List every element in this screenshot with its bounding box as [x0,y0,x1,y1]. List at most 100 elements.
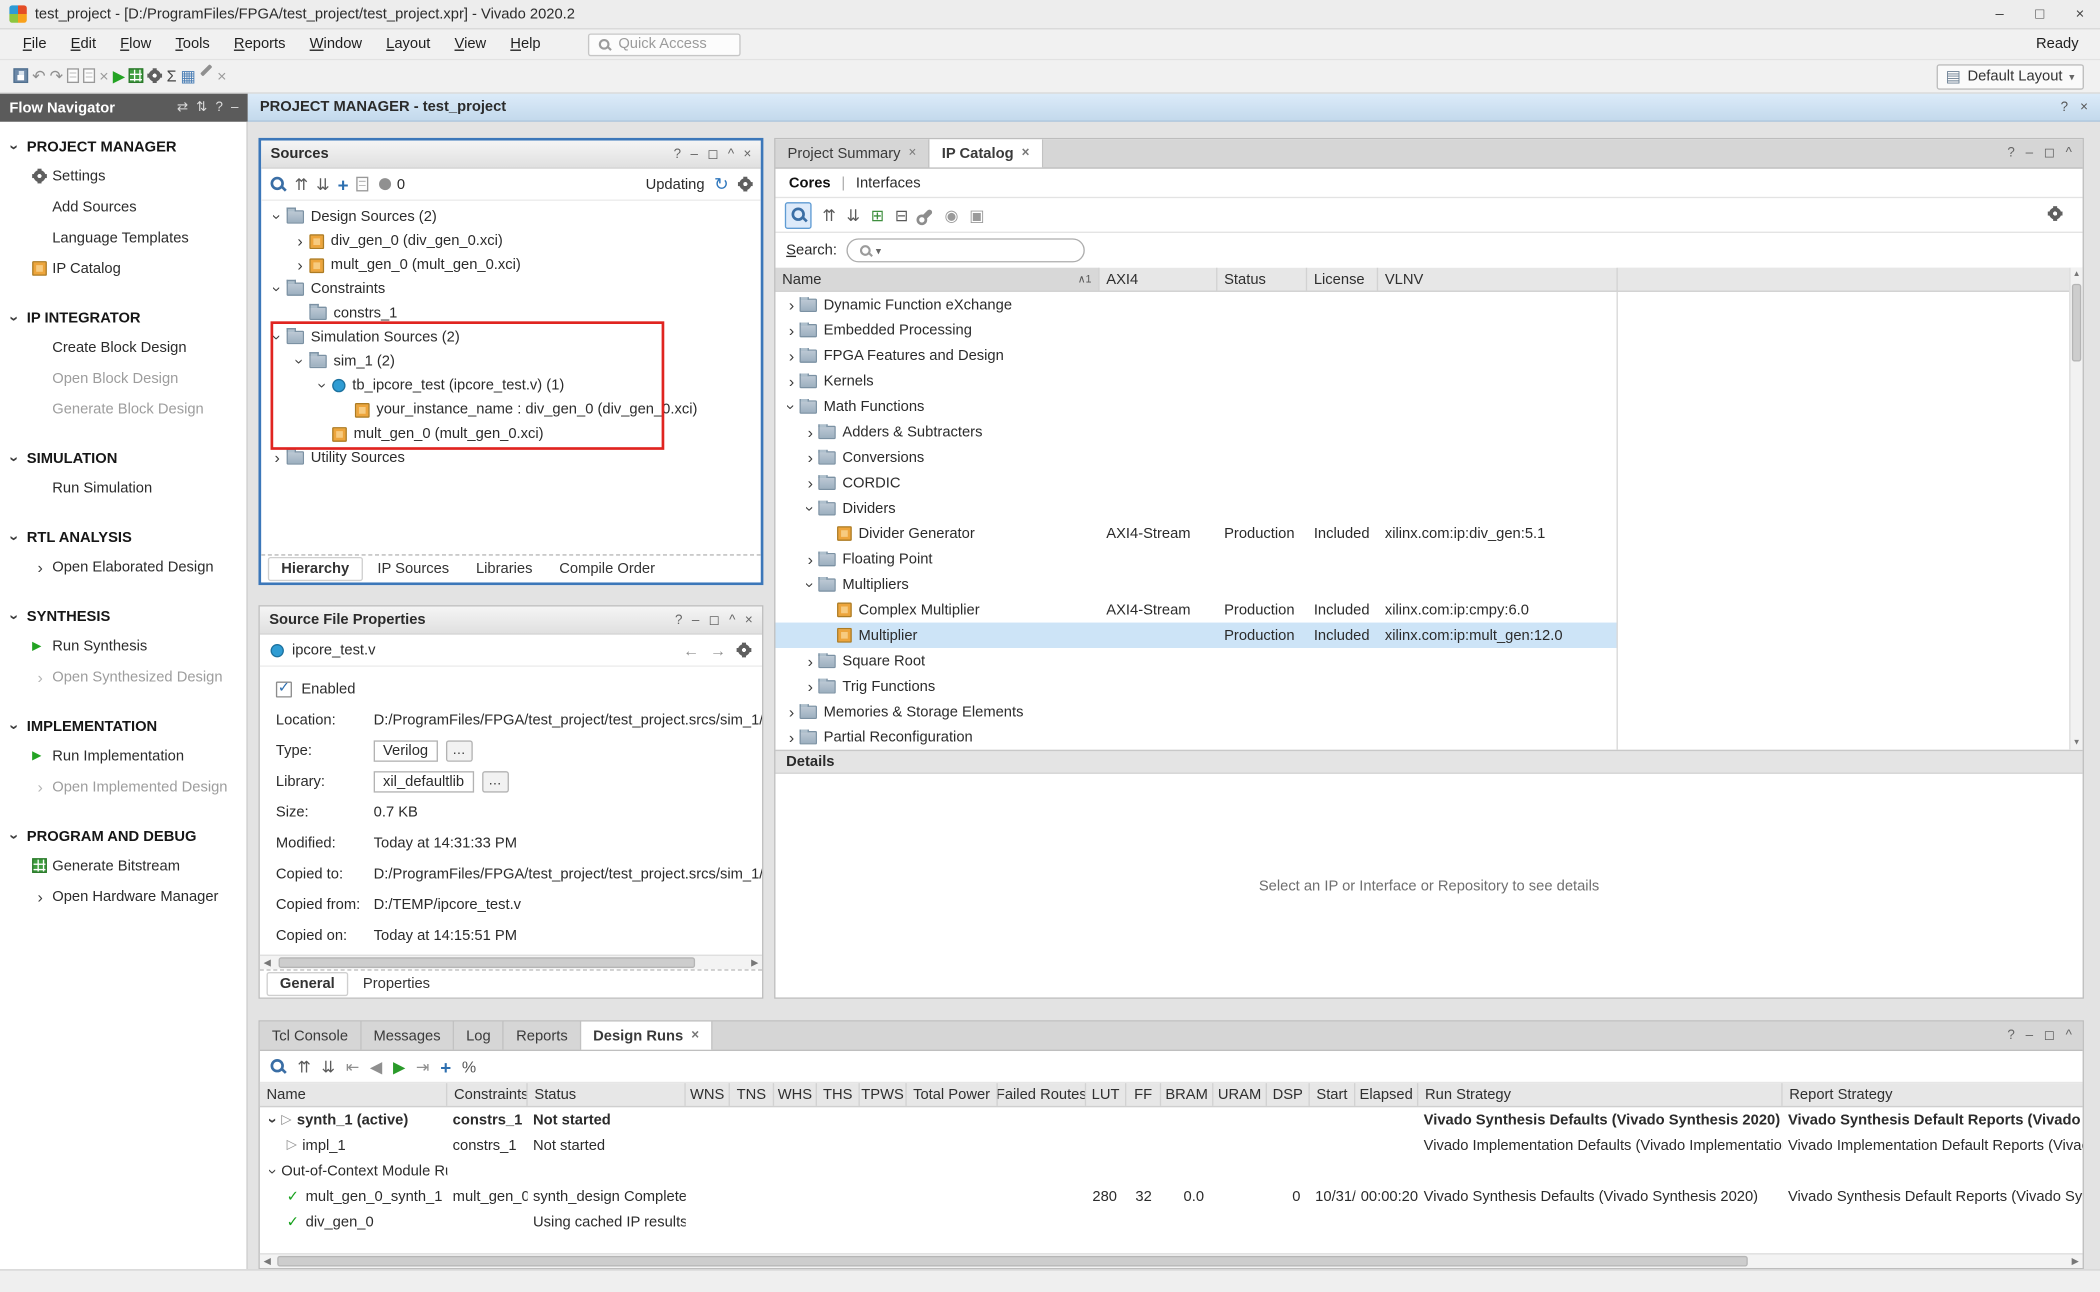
float-icon[interactable]: ^ [2066,146,2072,161]
column-header-bram[interactable]: BRAM [1161,1083,1213,1106]
sidebar-item-language-templates[interactable]: Language Templates [0,222,246,253]
scroll-left-icon[interactable]: ◀ [260,1256,275,1267]
menu-layout[interactable]: Layout [374,32,442,56]
tree-chevron-icon[interactable] [265,1163,281,1179]
tree-item[interactable]: Utility Sources [261,446,761,470]
subtab-interfaces[interactable]: Interfaces [856,175,921,191]
tree-chevron-icon[interactable] [292,233,308,249]
help-icon[interactable]: ? [2061,100,2068,115]
tree-chevron-icon[interactable] [783,729,799,745]
search-icon[interactable] [269,1058,286,1075]
scrollbar-thumb[interactable] [279,957,695,968]
help-icon[interactable]: ? [675,613,682,628]
enabled-checkbox[interactable] [276,681,292,697]
collapse-all-icon[interactable]: ⇈ [297,1058,310,1074]
tree-chevron-icon[interactable] [269,281,285,297]
tree-chevron-icon[interactable] [802,576,818,592]
catalog-row[interactable]: Multipliers [775,572,1616,597]
sidebar-item-settings[interactable]: Settings [0,161,246,192]
back-icon[interactable]: ← [683,642,699,658]
scroll-right-icon[interactable]: ▶ [747,957,762,968]
minimize-button[interactable]: – [1979,0,2019,28]
minimize-icon[interactable]: – [231,100,238,115]
tab-tcl-console[interactable]: Tcl Console [260,1022,362,1050]
tab-project-summary[interactable]: Project Summary× [775,139,929,167]
layout-selector[interactable]: ▤ Default Layout ▾ [1936,64,2084,89]
catalog-row[interactable]: Complex MultiplierAXI4-StreamProductionI… [775,597,1616,622]
reset-run-icon[interactable]: ⇤ [346,1058,359,1074]
tab-properties[interactable]: Properties [351,973,442,994]
tab-hierarchy[interactable]: Hierarchy [268,557,363,581]
column-header-tpws[interactable]: TPWS [860,1083,907,1106]
menu-edit[interactable]: Edit [59,32,109,56]
column-header-total-power[interactable]: Total Power [907,1083,998,1106]
catalog-row[interactable]: Math Functions [775,394,1616,419]
maximize-icon[interactable]: ◻ [2044,146,2055,161]
catalog-row[interactable]: Square Root [775,648,1616,673]
expand-all-icon[interactable]: ⇊ [316,176,329,192]
sidebar-item-ip-catalog[interactable]: IP Catalog [0,253,246,284]
save-icon[interactable] [13,68,28,83]
sidebar-item-run-simulation[interactable]: Run Simulation [0,473,246,504]
add-sources-icon[interactable]: + [338,175,349,194]
menu-tools[interactable]: Tools [163,32,222,56]
help-icon[interactable]: ? [674,147,681,162]
tree-item[interactable]: sim_1 (2) [261,349,761,373]
catalog-row[interactable]: Conversions [775,445,1616,470]
column-header-elapsed[interactable]: Elapsed [1355,1083,1418,1106]
help-icon[interactable]: ? [2007,146,2014,161]
column-header-dsp[interactable]: DSP [1267,1083,1310,1106]
collapse-chevron-icon[interactable] [7,310,23,326]
maximize-icon[interactable]: ◻ [707,147,718,162]
column-header-name[interactable]: Name∧1 [775,268,1099,291]
tree-chevron-icon[interactable] [783,322,799,338]
column-header-status[interactable]: Status [528,1083,686,1106]
close-design-icon[interactable]: × [217,68,226,84]
scrollbar-thumb[interactable] [277,1256,1747,1267]
tab-reports[interactable]: Reports [504,1022,581,1050]
catalog-row[interactable]: Dividers [775,495,1616,520]
property-value-editor[interactable]: xil_defaultlib [374,771,474,792]
maximize-icon[interactable]: ◻ [709,613,720,628]
float-icon[interactable]: ^ [728,147,734,162]
tree-chevron-icon[interactable] [315,378,331,394]
design-run-row[interactable]: ✓div_gen_0Using cached IP results [260,1209,2083,1234]
catalog-row[interactable]: Partial Reconfiguration [775,724,1616,749]
property-value-editor[interactable]: Verilog [374,740,438,761]
minimize-icon[interactable]: – [2026,146,2033,161]
tree-item[interactable]: div_gen_0 (div_gen_0.xci) [261,229,761,253]
minimize-icon[interactable]: – [691,147,698,162]
tree-item[interactable]: mult_gen_0 (mult_gen_0.xci) [261,253,761,277]
help-icon[interactable]: ? [215,100,222,115]
tree-chevron-icon[interactable] [292,257,308,273]
tree-chevron-icon[interactable] [802,500,818,516]
horizontal-scrollbar[interactable]: ◀ ▶ [260,955,762,970]
tree-chevron-icon[interactable] [802,475,818,491]
horizontal-scrollbar[interactable]: ◀ ▶ [260,1253,2083,1268]
scroll-down-icon[interactable]: ▼ [2073,736,2081,749]
collapse-all-icon[interactable]: ⇈ [295,176,308,192]
step-back-icon[interactable]: ◀ [370,1058,382,1074]
catalog-row[interactable]: FPGA Features and Design [775,343,1616,368]
scroll-left-icon[interactable]: ◀ [260,957,275,968]
paste-icon[interactable] [83,68,95,83]
column-header-name[interactable]: Name [260,1083,448,1106]
scrollbar-track[interactable] [275,956,748,969]
column-header-status[interactable]: Status [1217,268,1307,291]
collapse-chevron-icon[interactable] [7,828,23,844]
tab-messages[interactable]: Messages [361,1022,454,1050]
column-header-uram[interactable]: URAM [1213,1083,1267,1106]
design-run-row[interactable]: ▷synth_1 (active)constrs_1Not startedViv… [260,1107,2083,1132]
sidebar-item-run-synthesis[interactable]: ▶Run Synthesis [0,631,246,662]
float-icon[interactable]: ^ [2066,1028,2072,1043]
sidebar-item-create-block-design[interactable]: Create Block Design [0,332,246,363]
show-percentage-icon[interactable]: % [462,1058,476,1074]
tree-chevron-icon[interactable] [783,398,799,414]
flow-section-header[interactable]: IP INTEGRATOR [0,304,246,332]
column-header-constraints[interactable]: Constraints [447,1083,527,1106]
gear-icon[interactable] [2048,206,2063,221]
tree-item[interactable]: your_instance_name : div_gen_0 (div_gen_… [261,398,761,422]
design-run-row[interactable]: Out-of-Context Module Runs [260,1158,2083,1183]
tree-chevron-icon[interactable] [802,653,818,669]
copy-icon[interactable] [67,68,79,83]
